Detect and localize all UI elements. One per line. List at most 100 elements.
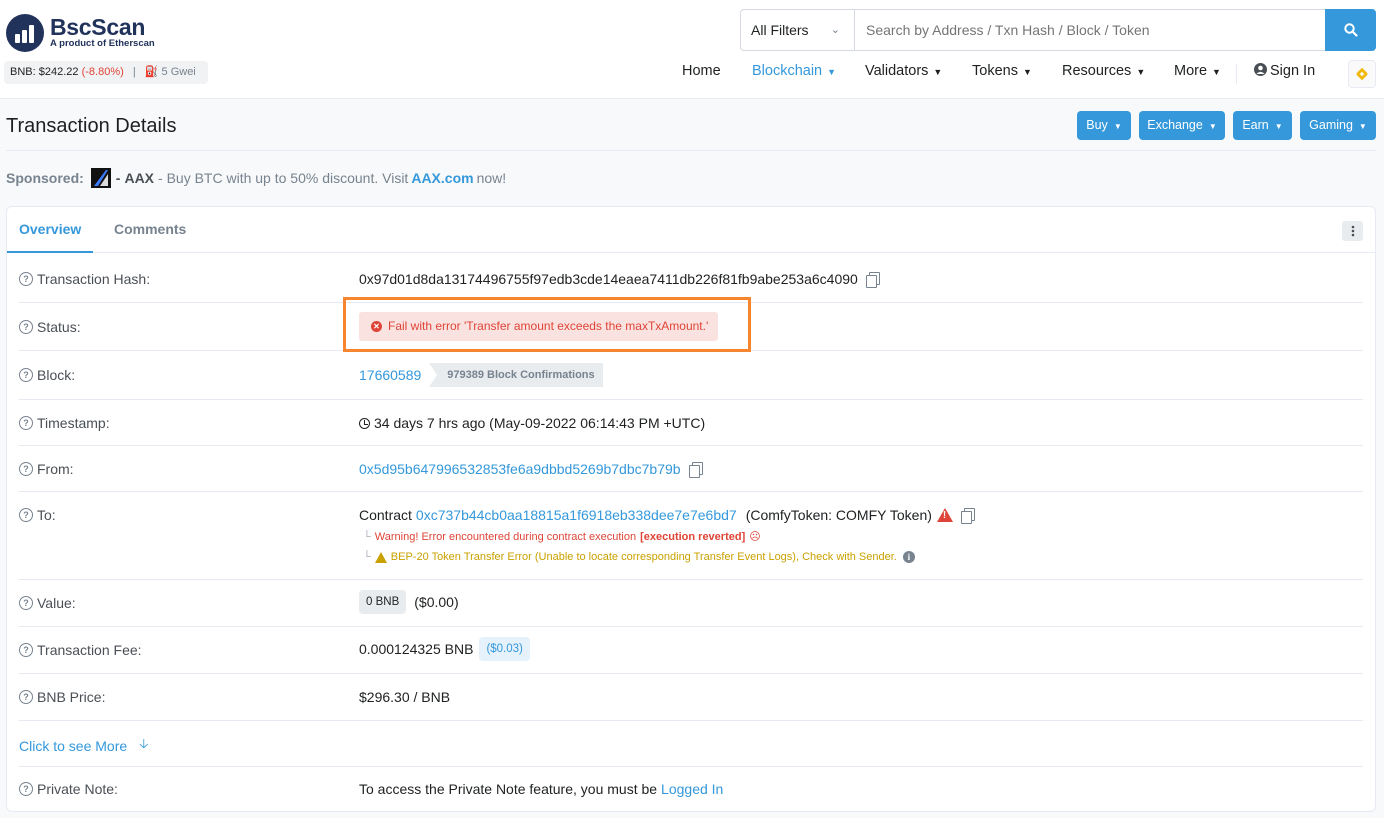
tx-hash-value: 0x97d01d8da13174496755f97edb3cde14eaea74… [359,271,858,287]
see-more-link[interactable]: Click to see More 🡣 [19,735,149,757]
help-icon[interactable]: ? [19,416,33,430]
to-address-link[interactable]: 0xc737b44cb0aa18815a1f6918eb338dee7e7e6b… [416,507,737,523]
sad-face-icon: ☹ [749,531,761,543]
kebab-menu-icon [1351,225,1354,237]
search-bar: All Filters ⌄ [740,9,1376,51]
earn-button[interactable]: Earn ▼ [1233,111,1292,140]
row-see-more: Click to see More 🡣 [19,721,1363,767]
to-contract-name: (ComfyToken: COMFY Token) [745,507,932,523]
nav-more-label: More [1174,63,1208,79]
sponsored-suffix: now! [476,170,507,186]
nav-validators-label: Validators [865,63,929,79]
sponsored-link[interactable]: AAX.com [411,170,473,186]
help-icon[interactable]: ? [19,782,33,796]
sign-in-link[interactable]: Sign In [1254,63,1315,79]
block-label: Block: [37,367,76,383]
search-icon [1343,23,1358,37]
aax-logo-icon[interactable] [90,168,111,188]
chevron-down-icon: ▼ [1208,122,1217,131]
sponsored-brand[interactable]: AAX [124,170,154,186]
bnb-icon [1356,67,1368,81]
fee-label: Transaction Fee: [37,642,142,658]
nav-validators[interactable]: Validators ▼ [865,63,942,79]
row-value: ? Value: 0 BNB ($0.00) [19,580,1363,627]
filter-label: All Filters [751,22,809,38]
execution-warning: └ Warning! Error encountered during cont… [363,530,761,544]
info-icon[interactable]: i [902,551,915,563]
buy-label: Buy [1086,118,1108,132]
help-icon[interactable]: ? [19,272,33,286]
bnb-network-button[interactable] [1348,60,1376,88]
chevron-down-icon: ▼ [1136,67,1146,77]
chevron-down-icon: ⌄ [830,24,840,36]
logged-in-link[interactable]: Logged In [661,781,723,797]
copy-icon[interactable] [688,462,703,478]
nav-home[interactable]: Home [682,63,721,79]
help-icon[interactable]: ? [19,368,33,382]
value-amount-badge: 0 BNB [359,590,407,614]
tab-overview[interactable]: Overview [7,207,94,253]
bnb-price-value: $296.30 / BNB [359,689,451,705]
chevron-down-icon: ▼ [1358,122,1367,131]
timestamp-label: Timestamp: [37,415,110,431]
bnb-price-ticker: BNB: $242.22 (-8.80%) | ⛽ 5 Gwei [4,61,208,84]
gas-tracker[interactable]: ⛽ 5 Gwei [145,66,196,78]
nav-resources[interactable]: Resources ▼ [1062,63,1145,79]
warning-triangle-icon [374,551,387,563]
to-prefix: Contract [359,507,412,523]
chevron-down-icon: ▼ [1022,67,1032,77]
gaming-button[interactable]: Gaming ▼ [1300,111,1376,140]
tab-comments[interactable]: Comments [114,207,186,253]
nav-divider [1236,64,1237,84]
private-note-label: Private Note: [37,781,118,797]
row-bnb-price: ? BNB Price: $296.30 / BNB [19,674,1363,721]
search-input[interactable] [854,9,1325,51]
chevron-down-icon: ▼ [933,67,943,77]
gaming-label: Gaming [1309,118,1353,132]
chevron-down-icon: ▼ [1212,67,1221,77]
ticker-price[interactable]: $242.22 [39,66,79,78]
transfer-error-text: BEP-20 Token Transfer Error (Unable to l… [390,551,897,563]
nav-blockchain[interactable]: Blockchain ▼ [752,63,836,79]
sponsored-label: Sponsored: [6,170,84,186]
from-label: From: [37,461,74,477]
sign-in-label: Sign In [1270,63,1316,79]
ticker-separator: | [132,66,136,78]
search-button[interactable] [1325,9,1376,51]
help-icon[interactable]: ? [19,690,33,704]
nav-resources-label: Resources [1062,63,1132,79]
help-icon[interactable]: ? [19,596,33,610]
help-icon[interactable]: ? [19,643,33,657]
see-more-label: Click to see More [19,738,128,754]
warning-text: Warning! Error encountered during contra… [374,530,637,543]
status-highlight-box [343,297,751,352]
nav-more[interactable]: More ▼ [1174,63,1221,79]
block-link[interactable]: 17660589 [359,367,421,383]
bscscan-logo[interactable]: BscScan A product of Etherscan [6,14,155,52]
warning-reason: [execution reverted] [640,530,746,543]
copy-icon[interactable] [865,272,880,288]
row-to: ? To: Contract 0xc737b44cb0aa18815a1f6918… [19,492,1363,580]
copy-icon[interactable] [960,508,975,524]
nav-tokens[interactable]: Tokens ▼ [972,63,1032,79]
from-address-link[interactable]: 0x5d95b647996532853fe6a9dbbd5269b7dbc7b7… [359,461,681,477]
private-note-text: To access the Private Note feature, you … [359,781,658,797]
nav-blockchain-label: Blockchain [752,63,823,79]
exchange-label: Exchange [1147,118,1203,132]
logo-icon [6,14,44,52]
more-options-button[interactable] [1342,221,1363,241]
fee-value: 0.000124325 BNB [359,641,474,657]
help-icon[interactable]: ? [19,462,33,476]
sponsored-dash: - [115,170,121,186]
ticker-label: BNB: [10,66,36,78]
warning-icon[interactable]: ! [936,508,953,522]
search-filter-select[interactable]: All Filters ⌄ [740,9,854,51]
nav-tokens-label: Tokens [972,63,1018,79]
help-icon[interactable]: ? [19,320,33,334]
tx-hash-label: Transaction Hash: [37,271,151,287]
exchange-button[interactable]: Exchange ▼ [1139,111,1225,140]
buy-button[interactable]: Buy ▼ [1077,111,1131,140]
block-confirmations-badge: 979389 Block Confirmations [429,363,603,387]
chevron-down-icon: ▼ [1113,122,1122,131]
help-icon[interactable]: ? [19,508,33,522]
